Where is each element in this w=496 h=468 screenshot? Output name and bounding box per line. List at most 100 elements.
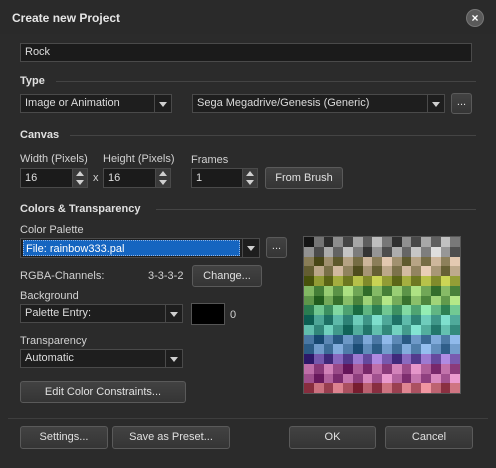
palette-cell <box>430 383 441 393</box>
palette-cell <box>440 344 451 354</box>
project-name-input[interactable]: Rock <box>20 43 472 62</box>
palette-cell <box>323 246 334 257</box>
chevron-down-icon <box>165 350 182 367</box>
palette-cell <box>343 344 353 354</box>
platform-browse-button[interactable]: ... <box>451 93 472 114</box>
palette-browse-button[interactable]: ... <box>266 237 287 258</box>
palette-cell <box>450 285 460 296</box>
stepper-arrows-icon[interactable] <box>155 169 170 187</box>
palette-cell <box>323 256 334 267</box>
palette-cell <box>421 276 431 286</box>
frames-stepper[interactable]: 1 <box>191 168 258 188</box>
palette-cell <box>372 373 382 384</box>
palette-cell <box>352 363 363 374</box>
palette-cell <box>343 315 353 325</box>
palette-cell <box>391 256 402 267</box>
palette-cell <box>391 344 402 354</box>
palette-cell <box>323 285 334 296</box>
background-dropdown[interactable]: Palette Entry: <box>20 304 183 323</box>
stepper-arrows-icon[interactable] <box>242 169 257 187</box>
palette-cell <box>333 246 343 257</box>
palette-cell <box>313 383 324 393</box>
project-kind-value: Image or Animation <box>25 97 120 109</box>
height-stepper[interactable]: 16 <box>103 168 171 188</box>
edit-color-constraints-button[interactable]: Edit Color Constraints... <box>20 381 186 403</box>
palette-cell <box>421 305 431 315</box>
palette-cell <box>430 305 441 315</box>
palette-cell <box>411 363 421 374</box>
palette-cell <box>440 373 451 384</box>
palette-cell <box>401 256 412 267</box>
chevron-down-icon <box>427 95 444 112</box>
cancel-button[interactable]: Cancel <box>385 426 473 449</box>
palette-cell <box>421 334 431 345</box>
close-icon[interactable]: × <box>466 9 484 27</box>
palette-cell <box>352 344 363 354</box>
palette-cell <box>421 285 431 296</box>
palette-cell <box>411 295 421 306</box>
palette-cell <box>430 295 441 306</box>
palette-cell <box>391 383 402 393</box>
palette-cell <box>382 354 392 364</box>
palette-cell <box>323 266 334 276</box>
palette-dropdown[interactable]: File: rainbow333.pal <box>20 238 260 258</box>
stepper-arrows-icon[interactable] <box>72 169 87 187</box>
frames-value: 1 <box>196 172 203 184</box>
palette-cell <box>440 266 451 276</box>
palette-cell <box>333 276 343 286</box>
palette-cell <box>333 305 343 315</box>
palette-cell <box>333 383 343 393</box>
palette-cell <box>450 324 460 335</box>
palette-cell <box>391 315 402 325</box>
palette-cell <box>440 324 451 335</box>
ok-button[interactable]: OK <box>289 426 376 449</box>
palette-cell <box>440 285 451 296</box>
palette-cell <box>323 276 334 286</box>
palette-cell <box>304 315 314 325</box>
palette-cell <box>372 344 382 354</box>
palette-cell <box>313 334 324 345</box>
palette-cell <box>391 295 402 306</box>
palette-cell <box>440 295 451 306</box>
settings-button[interactable]: Settings... <box>20 426 108 449</box>
palette-cell <box>333 256 343 267</box>
width-stepper[interactable]: 16 <box>20 168 88 188</box>
palette-cell <box>382 334 392 345</box>
project-kind-dropdown[interactable]: Image or Animation <box>20 94 172 113</box>
palette-cell <box>450 237 460 247</box>
palette-cell <box>411 324 421 335</box>
palette-cell <box>343 373 353 384</box>
palette-cell <box>430 237 441 247</box>
save-as-preset-button[interactable]: Save as Preset... <box>112 426 230 449</box>
from-brush-button[interactable]: From Brush <box>265 167 343 189</box>
palette-cell <box>313 295 324 306</box>
palette-cell <box>411 276 421 286</box>
palette-cell <box>362 237 373 247</box>
palette-cell <box>304 354 314 364</box>
palette-cell <box>401 285 412 296</box>
change-rgba-button[interactable]: Change... <box>192 265 262 287</box>
transparency-dropdown[interactable]: Automatic <box>20 349 183 368</box>
palette-cell <box>391 354 402 364</box>
palette-cell <box>372 354 382 364</box>
palette-cell <box>352 383 363 393</box>
palette-cell <box>450 354 460 364</box>
background-index: 0 <box>230 309 237 321</box>
palette-cell <box>391 324 402 335</box>
platform-dropdown[interactable]: Sega Megadrive/Genesis (Generic) <box>192 94 445 113</box>
background-label: Background <box>20 290 79 302</box>
palette-cell <box>333 334 343 345</box>
background-value: Palette Entry: <box>25 307 92 319</box>
palette-cell <box>362 305 373 315</box>
palette-cell <box>401 295 412 306</box>
background-color-swatch[interactable] <box>191 303 225 325</box>
palette-cell <box>382 324 392 335</box>
palette-cell <box>421 246 431 257</box>
palette-cell <box>421 363 431 374</box>
palette-cell <box>430 285 441 296</box>
palette-cell <box>352 256 363 267</box>
palette-cell <box>421 315 431 325</box>
palette-cell <box>304 383 314 393</box>
palette-cell <box>313 276 324 286</box>
palette-cell <box>343 237 353 247</box>
